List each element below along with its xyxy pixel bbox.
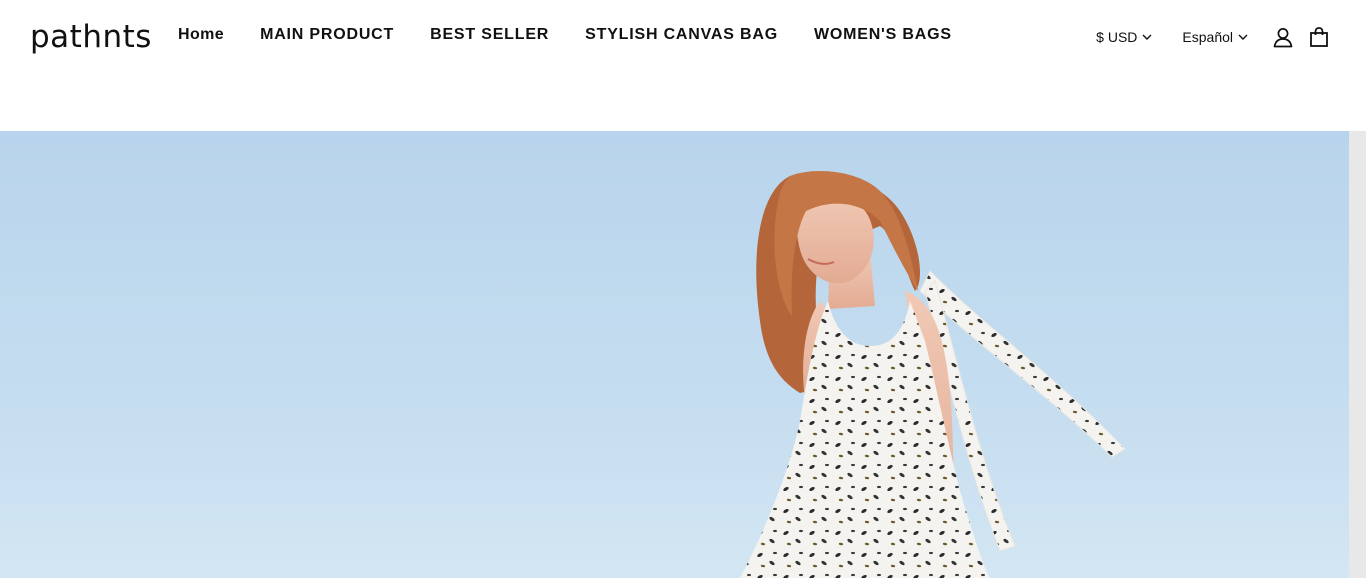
shopping-bag-icon[interactable]	[1306, 24, 1332, 50]
site-header: pathnts Home MAIN PRODUCT BEST SELLER ST…	[0, 0, 1366, 131]
user-icon[interactable]	[1270, 24, 1296, 50]
nav-stylish-canvas-bag[interactable]: STYLISH CANVAS BAG	[585, 25, 778, 45]
language-label: Español	[1182, 29, 1233, 45]
nav-womens-bags[interactable]: WOMEN'S BAGS	[814, 25, 952, 45]
nav-home[interactable]: Home	[178, 25, 224, 45]
currency-label: $ USD	[1096, 29, 1138, 45]
currency-selector[interactable]: $ USD	[1096, 26, 1154, 48]
storefront-page: pathnts Home MAIN PRODUCT BEST SELLER ST…	[0, 0, 1366, 578]
header-utilities: $ USD Español	[1096, 24, 1332, 50]
chevron-down-icon	[1142, 34, 1152, 40]
chevron-down-icon	[1238, 34, 1248, 40]
nav-main-product[interactable]: MAIN PRODUCT	[260, 25, 394, 45]
main-nav: Home MAIN PRODUCT BEST SELLER STYLISH CA…	[178, 25, 988, 45]
page-scrollbar[interactable]	[1349, 131, 1366, 578]
hero-image	[0, 131, 1349, 578]
hero-banner[interactable]	[0, 131, 1349, 578]
nav-best-seller[interactable]: BEST SELLER	[430, 25, 549, 45]
site-logo[interactable]: pathnts	[30, 17, 152, 57]
language-selector[interactable]: Español	[1182, 26, 1250, 48]
